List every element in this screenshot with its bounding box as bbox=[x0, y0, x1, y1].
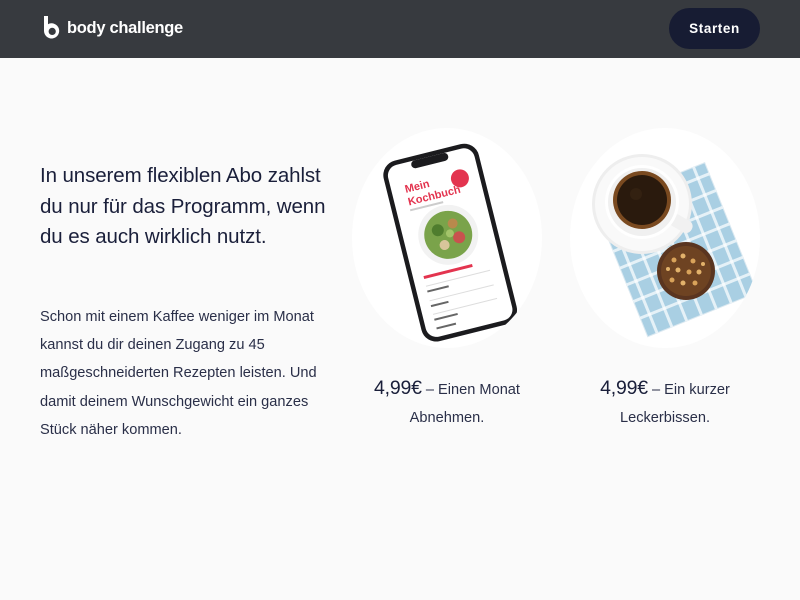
intro-paragraph: Schon mit einem Kaffee weniger im Monat … bbox=[40, 309, 317, 438]
phone-cookbook-image: Mein Kochbuch bbox=[352, 128, 542, 348]
page-headline: In unserem flexiblen Abo zahlst du nur f… bbox=[40, 164, 326, 248]
offer-card-treat: 4,99€ – Ein kurzer Leckerbissen. bbox=[570, 128, 760, 426]
offer-price-line: 4,99€ – Einen Monat Abnehmen. bbox=[352, 374, 542, 432]
top-navigation-bar: body challenge Starten bbox=[0, 0, 800, 58]
price-label: 4,99€ bbox=[374, 377, 422, 399]
body-challenge-logo[interactable]: body challenge bbox=[41, 16, 183, 40]
offer-description: – Einen Monat Abnehmen. bbox=[409, 382, 520, 426]
offer-price-line: 4,99€ – Ein kurzer Leckerbissen. bbox=[570, 374, 760, 432]
coffee-cookie-image bbox=[570, 128, 760, 348]
offer-card-monthly: Mein Kochbuch 4,99€ – Einen Monat Abnehm… bbox=[352, 128, 542, 426]
body-challenge-logo-icon bbox=[44, 16, 60, 39]
start-button[interactable]: Starten bbox=[669, 8, 760, 49]
price-label: 4,99€ bbox=[600, 377, 648, 399]
logo-text: body challenge bbox=[67, 18, 183, 37]
